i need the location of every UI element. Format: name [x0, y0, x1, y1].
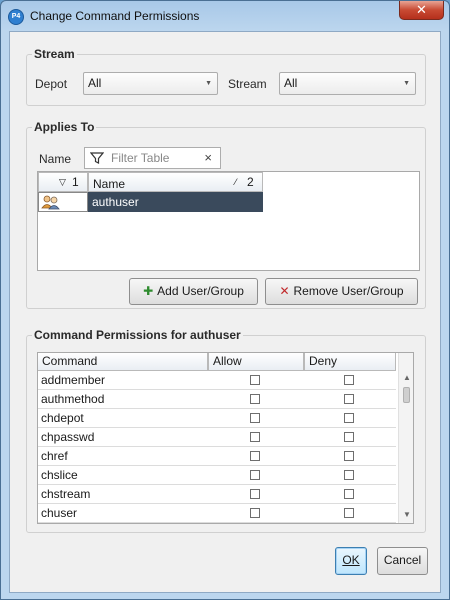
scroll-down-icon[interactable]: ▼ — [403, 510, 411, 519]
sort-order-label: 2 — [247, 175, 254, 189]
deny-checkbox[interactable] — [344, 432, 354, 442]
filter-placeholder: Filter Table — [111, 151, 170, 165]
vertical-scrollbar[interactable]: ▲ ▼ — [398, 353, 413, 523]
allow-checkbox[interactable] — [250, 470, 260, 480]
applies-to-table[interactable]: ▽ 1 Name ⁄ 2 authuser — [37, 171, 420, 271]
command-name: chstream — [41, 487, 91, 501]
column-header-type[interactable]: ▽ 1 — [38, 172, 88, 192]
table-row: chdepot — [38, 409, 396, 428]
column-header-name-label: Name — [93, 177, 126, 191]
add-user-icon: ✚ — [143, 284, 154, 298]
table-row: authmethod — [38, 390, 396, 409]
dialog-body: Stream Depot All ▼ Stream All ▼ Applies … — [9, 31, 441, 593]
stream-group-title: Stream — [32, 47, 77, 61]
sort-icon: ▽ — [59, 177, 66, 187]
remove-user-group-button[interactable]: ✕ Remove User/Group — [265, 278, 418, 305]
title-bar[interactable]: P4 Change Command Permissions ✕ — [1, 1, 449, 31]
command-name: chref — [41, 449, 68, 463]
column-header-allow[interactable]: Allow — [208, 353, 304, 371]
stream-label: Stream — [228, 77, 267, 91]
depot-select-value: All — [88, 76, 102, 90]
applies-to-title: Applies To — [32, 120, 97, 134]
command-name: chpasswd — [41, 430, 95, 444]
allow-checkbox[interactable] — [250, 508, 260, 518]
allow-checkbox[interactable] — [250, 394, 260, 404]
permissions-table[interactable]: Command Allow Deny addmember authmethod … — [37, 352, 414, 524]
command-name: chdepot — [41, 411, 84, 425]
add-user-group-label: Add User/Group — [157, 284, 244, 298]
deny-checkbox[interactable] — [344, 375, 354, 385]
allow-checkbox[interactable] — [250, 489, 260, 499]
stream-select-value: All — [284, 76, 298, 90]
stream-select[interactable]: All ▼ — [279, 72, 416, 95]
chevron-down-icon: ▼ — [403, 80, 410, 87]
column-header-command[interactable]: Command — [38, 353, 208, 371]
command-permissions-group: Command Permissions for authuser Command… — [26, 328, 426, 533]
allow-checkbox[interactable] — [250, 432, 260, 442]
ok-label: OK — [342, 553, 360, 567]
command-name: chslice — [41, 468, 78, 482]
filter-table-input[interactable]: Filter Table × — [84, 147, 221, 169]
close-icon: ✕ — [416, 2, 427, 17]
depot-label: Depot — [35, 77, 68, 91]
command-name: chuser — [41, 506, 78, 520]
table-row: chstream — [38, 485, 396, 504]
table-row: chref — [38, 447, 396, 466]
deny-checkbox[interactable] — [344, 489, 354, 499]
filter-icon — [90, 152, 104, 164]
deny-checkbox[interactable] — [344, 394, 354, 404]
applies-to-group: Applies To Name Filter Table × ▽ 1 Name … — [26, 120, 426, 309]
remove-user-group-label: Remove User/Group — [293, 284, 404, 298]
cancel-label: Cancel — [383, 553, 422, 567]
sort-icon: ⁄ — [235, 177, 237, 187]
ok-button[interactable]: OK — [335, 547, 367, 575]
remove-x-icon: ✕ — [279, 284, 290, 298]
add-user-group-button[interactable]: ✚ Add User/Group — [129, 278, 258, 305]
scrollbar-thumb[interactable] — [403, 387, 410, 403]
close-button[interactable]: ✕ — [399, 1, 444, 20]
command-name: authmethod — [41, 392, 105, 406]
dialog-window: P4 Change Command Permissions ✕ Stream D… — [0, 0, 450, 600]
deny-checkbox[interactable] — [344, 470, 354, 480]
permissions-title: Command Permissions for authuser — [32, 328, 243, 342]
window-title: Change Command Permissions — [30, 9, 200, 23]
column-header-name[interactable]: Name ⁄ 2 — [88, 172, 263, 192]
column-header-deny[interactable]: Deny — [304, 353, 396, 371]
chevron-down-icon: ▼ — [205, 80, 212, 87]
deny-checkbox[interactable] — [344, 451, 354, 461]
row-icon-cell — [38, 192, 88, 212]
stream-group: Stream Depot All ▼ Stream All ▼ — [26, 47, 426, 106]
allow-checkbox[interactable] — [250, 451, 260, 461]
app-icon: P4 — [8, 9, 24, 25]
table-row[interactable]: authuser — [38, 192, 263, 212]
sort-order-label: 1 — [72, 175, 79, 189]
row-name: authuser — [92, 195, 139, 209]
table-row: chslice — [38, 466, 396, 485]
scroll-up-icon[interactable]: ▲ — [403, 373, 411, 382]
depot-select[interactable]: All ▼ — [83, 72, 218, 95]
cancel-button[interactable]: Cancel — [377, 547, 428, 575]
clear-filter-icon[interactable]: × — [204, 150, 212, 165]
table-row: chuser — [38, 504, 396, 523]
command-name: addmember — [41, 373, 106, 387]
deny-checkbox[interactable] — [344, 413, 354, 423]
allow-checkbox[interactable] — [250, 413, 260, 423]
table-row: chpasswd — [38, 428, 396, 447]
user-group-icon — [41, 195, 60, 210]
table-row: addmember — [38, 371, 396, 390]
name-filter-label: Name — [39, 152, 72, 166]
allow-checkbox[interactable] — [250, 375, 260, 385]
deny-checkbox[interactable] — [344, 508, 354, 518]
